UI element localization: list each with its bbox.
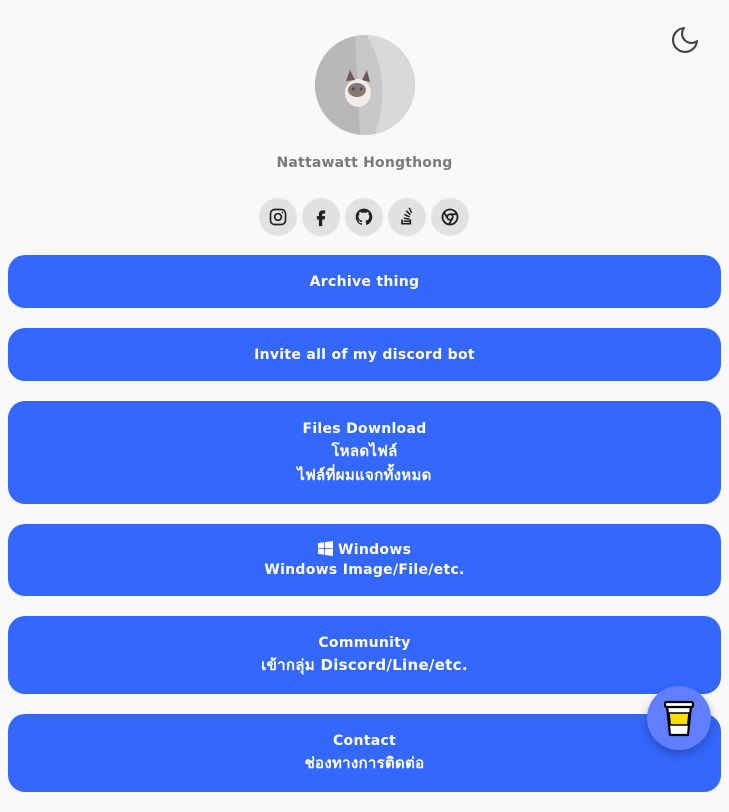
windows-subtitle: Windows Image/File/etc. <box>264 562 465 578</box>
files-download-button[interactable]: Files Download โหลดไฟล์ ไฟล์ที่ผมแจกทั้ง… <box>8 401 721 504</box>
link-list: Archive thing Invite all of my discord b… <box>8 255 721 812</box>
contact-button[interactable]: Contact ช่องทางการติดต่อ <box>8 714 721 792</box>
archive-button[interactable]: Archive thing <box>8 255 721 308</box>
social-links <box>259 198 469 236</box>
contact-title: Contact <box>332 733 397 749</box>
chrome-link[interactable] <box>431 198 469 236</box>
archive-label: Archive thing <box>309 273 420 290</box>
files-title: Files Download <box>302 420 427 437</box>
contact-subtitle: ช่องทางการติดต่อ <box>304 754 425 772</box>
facebook-icon <box>316 210 326 227</box>
instagram-link[interactable] <box>259 198 297 236</box>
discord-bot-button[interactable]: Invite all of my discord bot <box>8 328 721 381</box>
files-thai-line-1: โหลดไฟล์ <box>331 441 398 460</box>
community-subtitle: เข้ากลุ่ม Discord/Line/etc. <box>261 656 468 674</box>
windows-icon <box>317 541 333 556</box>
community-title: Community <box>318 635 411 651</box>
windows-title-row: Windows <box>8 540 721 560</box>
dark-mode-toggle[interactable] <box>669 24 701 56</box>
windows-button[interactable]: Windows Windows Image/File/etc. <box>8 524 721 596</box>
profile-name: Nattawatt Hongthong <box>276 155 453 171</box>
moon-icon <box>672 26 699 53</box>
github-link[interactable] <box>345 198 383 236</box>
stackoverflow-link[interactable] <box>388 198 426 236</box>
windows-title: Windows <box>337 542 412 558</box>
files-thai-line-2: ไฟล์ที่ผมแจกทั้งหมด <box>297 465 432 484</box>
buy-me-a-coffee-button[interactable] <box>647 686 711 750</box>
community-button[interactable]: Community เข้ากลุ่ม Discord/Line/etc. <box>8 616 721 694</box>
chrome-icon <box>441 208 459 226</box>
coffee-cup-icon <box>663 700 695 737</box>
stackoverflow-icon <box>401 207 413 225</box>
instagram-icon <box>269 208 287 226</box>
discord-bot-label: Invite all of my discord bot <box>254 346 475 363</box>
avatar <box>315 35 415 135</box>
github-icon <box>355 208 373 225</box>
facebook-link[interactable] <box>302 198 340 236</box>
